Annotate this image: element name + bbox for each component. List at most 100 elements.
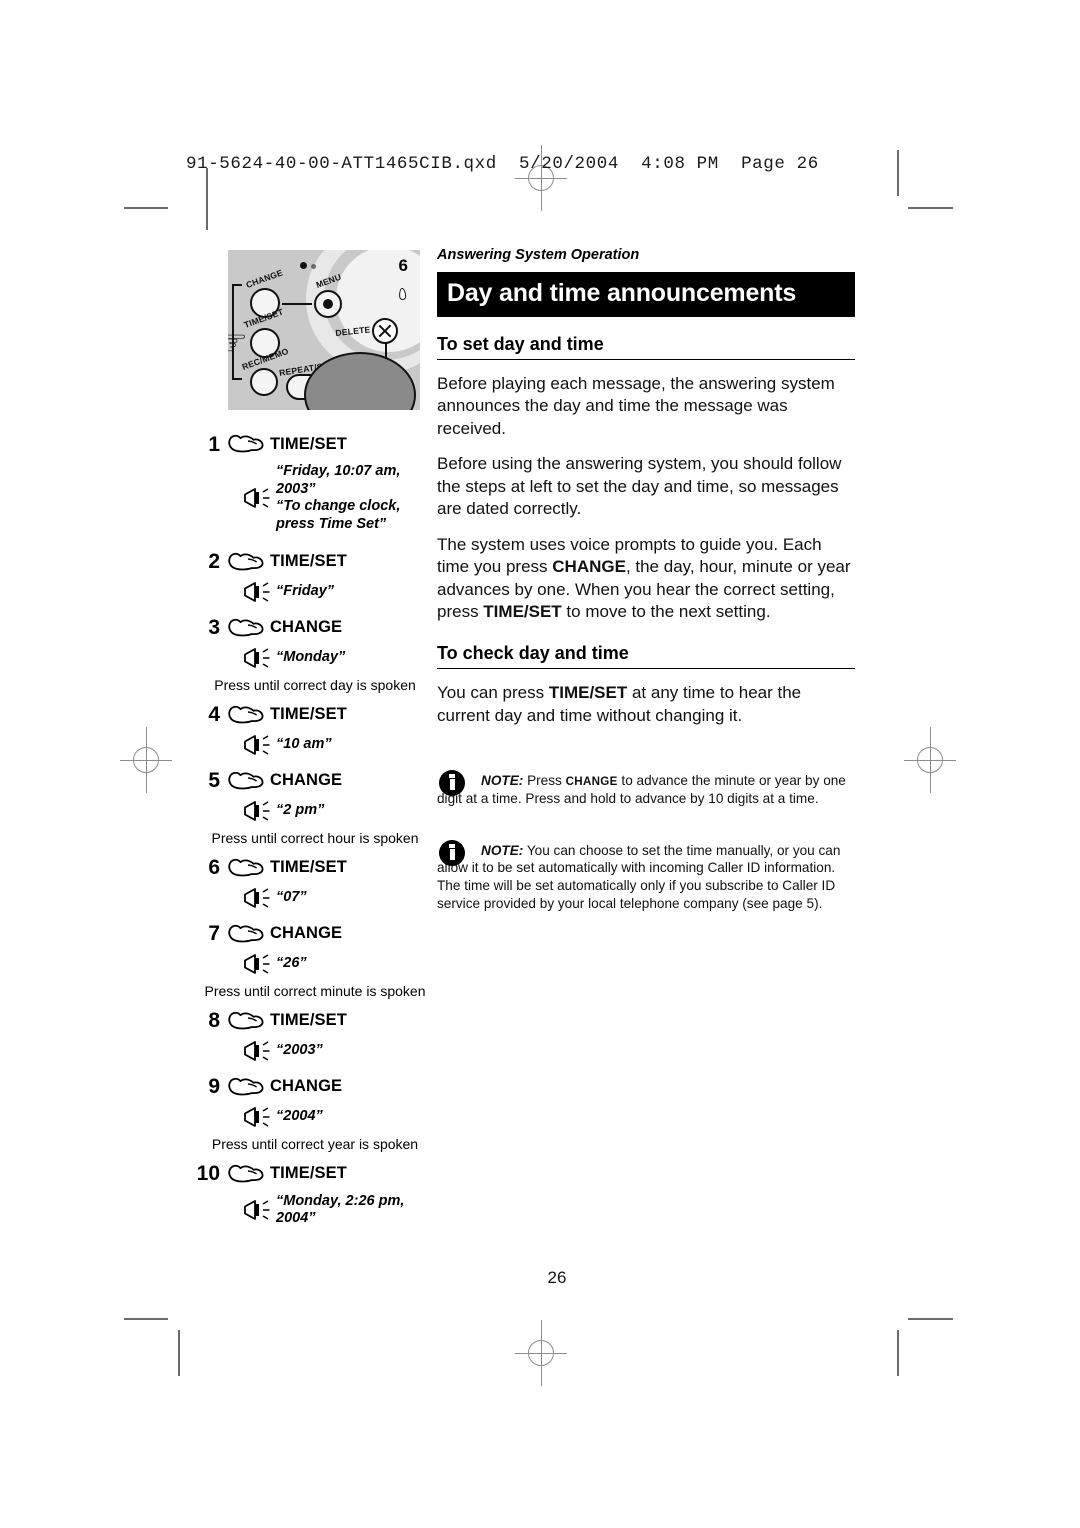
step-key-label: CHANGE: [270, 1077, 343, 1096]
speaker-icon: [242, 800, 276, 822]
note-text: NOTE: You can choose to set the time man…: [437, 842, 855, 913]
step-hint: Press until correct hour is spoken: [211, 829, 419, 846]
pointing-hand-icon: [226, 616, 266, 640]
speaker-icon: [242, 887, 276, 909]
note-text: NOTE: Press CHANGE to advance the minute…: [437, 772, 855, 807]
spoken-prompt: “2004”: [276, 1107, 323, 1124]
pointing-hand-icon: ☞: [228, 322, 249, 364]
device-callout-number: 6: [398, 256, 408, 275]
crop-mark-bottom-left-horizontal: [124, 1318, 168, 1320]
step-10: 10 TIME/SET “Monday, 2:26 pm, 2004”: [190, 1162, 440, 1228]
spoken-prompt: “07”: [276, 888, 307, 905]
spoken-prompt: “10 am”: [276, 735, 332, 752]
step-number: 9: [208, 1075, 220, 1099]
note-block-1: NOTE: Press CHANGE to advance the minute…: [437, 770, 855, 807]
device-label-change: CHANGE: [244, 267, 285, 290]
step-key-label: CHANGE: [270, 924, 343, 943]
speaker-icon: [242, 734, 276, 756]
pointing-hand-icon: [226, 703, 266, 727]
spoken-prompt: “Friday, 10:07 am, 2003” “To change cloc…: [276, 463, 440, 534]
step-key-label: TIME/SET: [270, 858, 347, 877]
spoken-line-2: “To change clock,: [276, 498, 401, 515]
step-key-label: TIME/SET: [270, 434, 347, 453]
pointing-hand-icon: [226, 856, 266, 880]
key-change: CHANGE: [552, 557, 626, 577]
key-change: CHANGE: [565, 775, 618, 789]
pointing-hand-icon: [226, 1075, 266, 1099]
step-number: 2: [208, 550, 220, 574]
text-run: You can press: [437, 683, 549, 703]
crop-mark-top-left-horizontal: [124, 207, 168, 209]
device-button-delete[interactable]: [372, 318, 398, 344]
indicator-dots-icon: [300, 256, 320, 274]
note-label: NOTE:: [481, 842, 524, 858]
step-key-label: CHANGE: [270, 618, 343, 637]
step-number: 10: [196, 1162, 220, 1186]
text-run: to move to the next setting.: [561, 601, 771, 621]
pointing-hand-icon: [226, 1009, 266, 1033]
steps-column: 6 CHANGE MENU TIME/SET ☞ REC/MEMO DELETE…: [190, 250, 440, 1228]
spoken-line-1: “Friday, 10:07 am, 2003”: [276, 463, 401, 497]
info-icon: [437, 768, 467, 798]
pointing-hand-icon: [226, 432, 266, 456]
step-number: 5: [208, 769, 220, 793]
device-button-recmemo[interactable]: [250, 368, 278, 396]
step-7: 7 CHANGE “26” Press until correct minute…: [190, 922, 440, 999]
crop-mark-bottom-right-horizontal: [908, 1318, 953, 1320]
page-number: 26: [0, 1268, 1080, 1288]
key-timeset: TIME/SET: [483, 601, 562, 621]
crop-mark-top-right-vertical: [897, 150, 899, 196]
speaker-icon: [242, 1106, 276, 1128]
spoken-prompt: “Friday”: [276, 582, 335, 599]
speaker-icon: [242, 953, 276, 975]
section-heading-set: To set day and time: [437, 334, 855, 360]
crop-mark-top-right-horizontal: [908, 207, 953, 209]
key-timeset: TIME/SET: [548, 683, 628, 703]
step-key-label: TIME/SET: [270, 705, 347, 724]
manual-page: 91-5624-40-00-ATT1465CIB.qxd 5/20/2004 4…: [0, 0, 1080, 1528]
step-number: 4: [208, 703, 220, 727]
crop-mark-bottom-left-vertical: [178, 1330, 180, 1376]
speaker-icon: [242, 1040, 276, 1062]
step-2: 2 TIME/SET “Friday”: [190, 550, 440, 603]
pointing-hand-icon: [226, 922, 266, 946]
device-illustration: 6 CHANGE MENU TIME/SET ☞ REC/MEMO DELETE…: [228, 250, 420, 410]
spoken-prompt: “Monday, 2:26 pm, 2004”: [276, 1192, 405, 1227]
paragraph-set-2: Before using the answering system, you s…: [437, 454, 842, 519]
step-hint: Press until correct year is spoken: [211, 1135, 419, 1152]
step-hint: Press until correct minute is spoken: [204, 982, 426, 999]
step-5: 5 CHANGE “2 pm” Press until correct hour…: [190, 769, 440, 846]
spoken-prompt: “2 pm”: [276, 801, 325, 818]
note-label: NOTE:: [481, 773, 524, 789]
step-number: 3: [208, 616, 220, 640]
crop-mark-top-left-vertical: [206, 168, 208, 230]
step-key-label: TIME/SET: [270, 1164, 347, 1183]
speaker-icon: [242, 581, 276, 603]
content-column: Answering System Operation Day and time …: [437, 247, 855, 912]
paragraph-set-3: The system uses voice prompts to guide y…: [437, 534, 855, 624]
spoken-prompt: “Monday”: [276, 648, 346, 665]
step-1: 1 TIME/SET “Friday, 10:07 am, 2003” “To …: [190, 432, 440, 534]
step-hint: Press until correct day is spoken: [214, 676, 416, 693]
crop-mark-bottom-right-vertical: [897, 1330, 899, 1376]
spoken-line-3: press Time Set”: [276, 516, 387, 533]
pointing-hand-icon: [226, 1162, 266, 1186]
step-key-label: CHANGE: [270, 771, 343, 790]
step-number: 8: [208, 1009, 220, 1033]
page-title: Day and time announcements: [447, 279, 797, 307]
spoken-prompt: “26”: [276, 954, 307, 971]
step-number: 7: [208, 922, 220, 946]
step-number: 1: [208, 432, 220, 456]
step-3: 3 CHANGE “Monday” Press until correct da…: [190, 616, 440, 693]
folio-value: 26: [547, 1268, 567, 1287]
step-key-label: TIME/SET: [270, 1011, 347, 1030]
step-6: 6 TIME/SET “07”: [190, 856, 440, 909]
section-heading-check: To check day and time: [437, 643, 855, 670]
speaker-icon: [242, 487, 276, 509]
text-run: Press: [523, 773, 566, 789]
pointing-hand-icon: [226, 550, 266, 574]
step-key-label: TIME/SET: [270, 552, 347, 571]
info-icon: [437, 838, 467, 868]
paragraph-check-1: You can press TIME/SET at any time to he…: [437, 682, 855, 727]
speaker-icon: [242, 647, 276, 669]
